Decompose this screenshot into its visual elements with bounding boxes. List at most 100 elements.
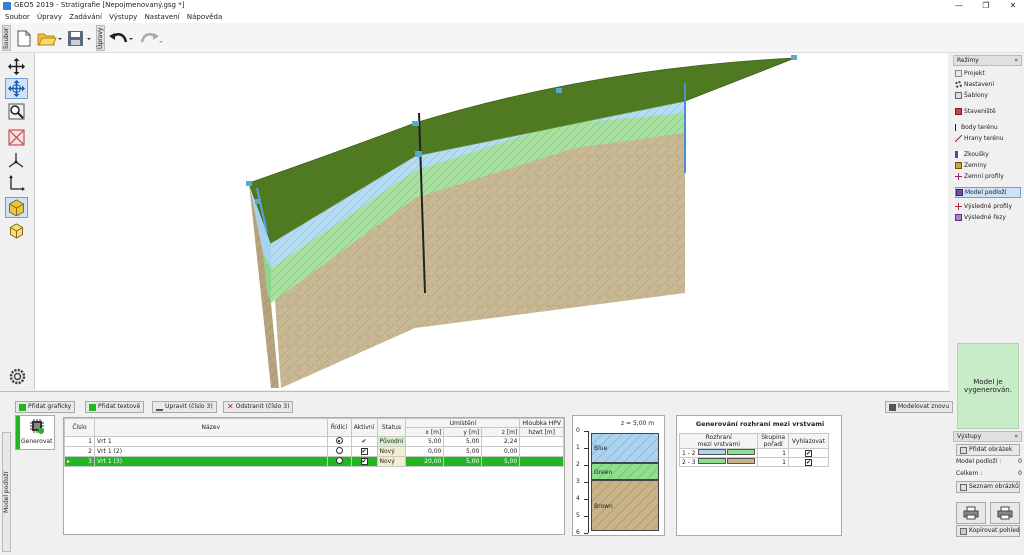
- model-count-row: Model podloží : 0: [956, 458, 1022, 465]
- profile-z-label: z = 5,00 m: [621, 420, 655, 427]
- col-group-sub: pořadí: [763, 441, 783, 448]
- mode-zeminy[interactable]: Zeminy: [955, 160, 1021, 171]
- zoom-tool-button[interactable]: [5, 101, 28, 122]
- pan-tool-button[interactable]: [5, 56, 28, 77]
- remove-button[interactable]: ✕ Odstranit (číslo 3): [223, 401, 294, 413]
- mode-label: Nastavení: [964, 81, 995, 88]
- mode-body-terenu[interactable]: Body terénu: [955, 122, 1021, 133]
- print-all-button[interactable]: [990, 502, 1020, 524]
- print-button[interactable]: [956, 502, 986, 524]
- save-button[interactable]: [66, 27, 94, 49]
- row-depth: [519, 456, 564, 467]
- axes-2d-button[interactable]: [5, 173, 28, 194]
- row-x: 5,00: [405, 436, 445, 447]
- mode-nastaveni[interactable]: Nastavení: [955, 79, 1021, 90]
- menu-napoveda[interactable]: Nápověda: [187, 12, 222, 23]
- control-radio[interactable]: [335, 437, 343, 444]
- profile-icon: [955, 173, 962, 180]
- mode-zemni-profily[interactable]: Zemní profily: [955, 171, 1021, 182]
- control-radio[interactable]: [335, 447, 343, 454]
- new-file-button[interactable]: [13, 27, 35, 49]
- menu-upravy[interactable]: Úpravy: [37, 12, 62, 23]
- mode-zkousky[interactable]: Zkoušky: [955, 149, 1021, 160]
- save-icon: [68, 30, 91, 46]
- mode-vysledne-rezy[interactable]: Výsledné řezy: [955, 212, 1021, 223]
- open-file-button[interactable]: [36, 27, 64, 49]
- active-tick[interactable]: ✔: [350, 436, 378, 447]
- mode-label: Šablony: [964, 92, 988, 99]
- maximize-button[interactable]: ❐: [977, 0, 995, 12]
- collapse-icon[interactable]: «: [1014, 433, 1018, 441]
- mode-label: Zemní profily: [964, 173, 1004, 180]
- smooth-checkbox[interactable]: ✔: [804, 458, 812, 466]
- settings-button[interactable]: [5, 366, 29, 387]
- table-row[interactable]: 1 Vrt 1 ✔ Původní 5,00 5,00 2,24: [64, 436, 564, 447]
- profile-tick-label: 2: [576, 461, 580, 468]
- total-count-value: 0: [1018, 470, 1022, 477]
- add-icon: [19, 403, 26, 411]
- control-radio[interactable]: [335, 457, 343, 464]
- mode-label: Zeminy: [964, 162, 987, 169]
- zoom-extents-button[interactable]: [5, 127, 28, 148]
- wire-view-button[interactable]: [5, 220, 28, 241]
- smooth-checkbox[interactable]: ✔: [804, 449, 812, 457]
- 3d-viewport[interactable]: [34, 53, 948, 390]
- menu-soubor[interactable]: Soubor: [5, 12, 30, 23]
- minimize-button[interactable]: —: [950, 0, 968, 12]
- add-graphic-button[interactable]: Přidat graficky: [15, 401, 76, 413]
- axes-3d-icon: [8, 153, 24, 168]
- cube-solid-icon: [9, 199, 24, 216]
- col-interface: Rozhraní mezi vrstvami: [678, 433, 759, 449]
- table-row[interactable]: 2 Vrt 1 (2) ✔ Nový 0,00 5,00 0,00: [64, 446, 564, 457]
- edit-button[interactable]: Upravit (číslo 3): [152, 401, 217, 413]
- mode-model-podlozi[interactable]: Model podloží: [955, 187, 1021, 198]
- axes-view-button[interactable]: [5, 150, 28, 171]
- result-profile-icon: [955, 203, 962, 210]
- collapse-icon[interactable]: «: [1014, 57, 1018, 65]
- generate-accent: [16, 416, 20, 449]
- mode-staveniste[interactable]: Staveniště: [955, 106, 1021, 117]
- regenerate-button[interactable]: Modelovat znovu: [885, 401, 954, 413]
- remove-icon: ✕: [227, 402, 234, 411]
- interface-row[interactable]: 1 - 2 1 ✔: [678, 448, 830, 458]
- table-header-row: Číslo Název Řídící Aktivní Status Umístě…: [64, 418, 564, 437]
- rotate-arrows-icon: [8, 80, 25, 97]
- active-checkbox[interactable]: ✔: [360, 458, 368, 465]
- row-x: 0,00: [405, 446, 445, 457]
- generate-button[interactable]: Generovat: [15, 415, 55, 450]
- profile-layer-label: Green: [594, 468, 613, 476]
- row-number: ▸ 3: [64, 456, 95, 467]
- terrain-point-icon: [955, 124, 959, 131]
- menu-nastaveni[interactable]: Nastavení: [145, 12, 180, 23]
- interface-label: 1 - 2: [682, 450, 696, 457]
- mode-label: Projekt: [964, 70, 985, 77]
- interface-row[interactable]: 2 - 3 1 ✔: [678, 457, 830, 467]
- profile-layer-label: Blue: [594, 444, 608, 452]
- active-checkbox[interactable]: ✔: [360, 448, 368, 455]
- col-control: Řídící: [326, 418, 352, 437]
- add-text-button[interactable]: Přidat textově: [85, 401, 145, 413]
- profile-layer-green: Green: [591, 463, 659, 481]
- interface-color-2: [727, 449, 756, 455]
- solid-view-button[interactable]: [5, 197, 28, 218]
- add-image-button[interactable]: Přidat obrázek: [956, 444, 1020, 456]
- close-button[interactable]: ✕: [1004, 0, 1022, 12]
- menu-zadavani[interactable]: Zadávání: [69, 12, 102, 23]
- mode-hrany-terenu[interactable]: Hrany terénu: [955, 133, 1021, 144]
- table-row-selected[interactable]: ▸ 3 Vrt 1 (3) ✔ Nový 20,00 5,00 5,00: [64, 456, 564, 467]
- interface-color-2: [727, 458, 756, 464]
- add-icon: [89, 403, 96, 411]
- copy-view-button[interactable]: Kopírovat pohled: [956, 525, 1020, 537]
- row-z: 0,00: [481, 446, 521, 457]
- menu-vystupy[interactable]: Výstupy: [109, 12, 137, 23]
- interface-group: 1: [757, 448, 789, 458]
- folder-open-icon: [37, 33, 62, 45]
- image-list-button[interactable]: Seznam obrázků: [956, 481, 1020, 493]
- row-depth: [519, 446, 564, 457]
- mode-sablony[interactable]: Šablony: [955, 90, 1021, 101]
- mode-projekt[interactable]: Projekt: [955, 68, 1021, 79]
- rotate-tool-button[interactable]: [5, 78, 28, 99]
- undo-button[interactable]: [107, 27, 135, 49]
- redo-button[interactable]: [137, 27, 165, 49]
- mode-vysledne-profily[interactable]: Výsledné profily: [955, 201, 1021, 212]
